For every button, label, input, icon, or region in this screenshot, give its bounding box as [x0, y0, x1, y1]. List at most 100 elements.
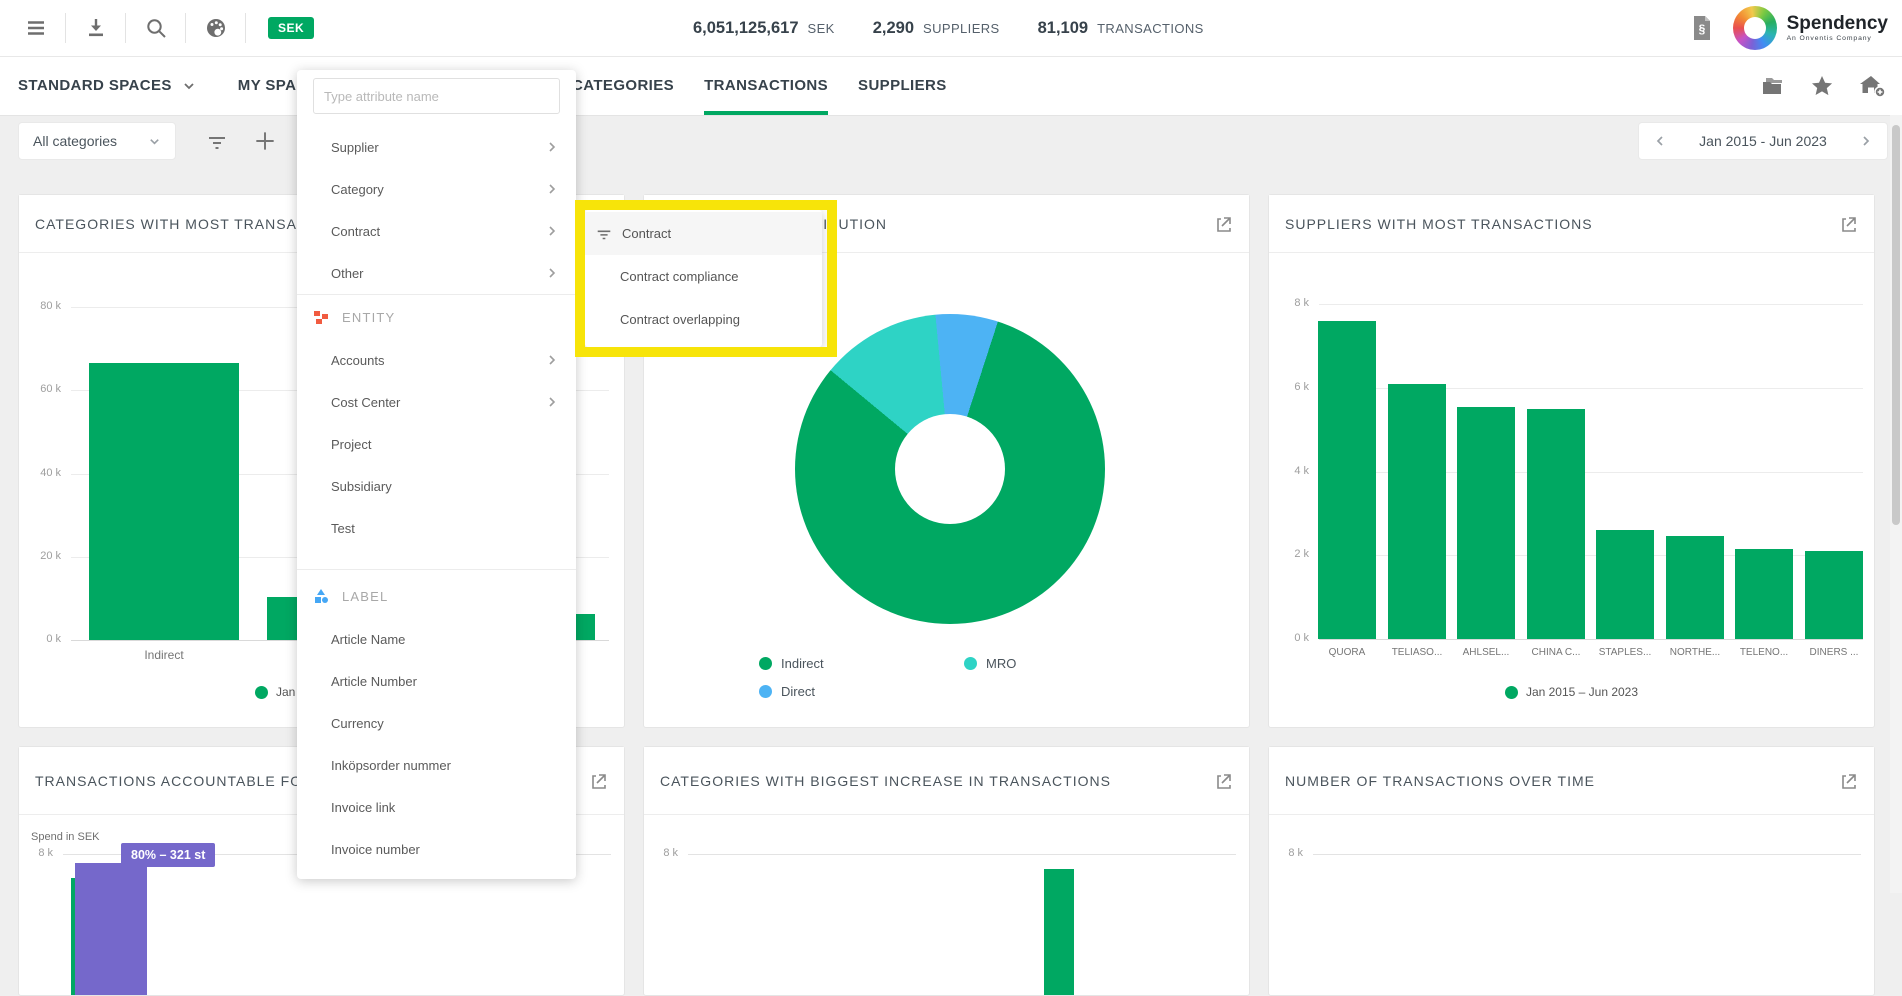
menu-button[interactable] [6, 13, 66, 43]
spaces-overview-button[interactable] [1759, 74, 1785, 98]
suppliers-most-chart: 0 k2 k4 k6 k8 kQUORATELIASO...AHLSEL...C… [1269, 195, 1874, 727]
open-in-new-icon [1838, 771, 1858, 791]
menu-item-ink-psorder-nummer[interactable]: Inköpsorder nummer [297, 744, 576, 786]
x-axis-label: Indirect [89, 648, 239, 662]
legend-dot [255, 686, 268, 699]
filter-button[interactable] [205, 130, 229, 154]
card-title: NUMBER OF TRANSACTIONS OVER TIME [1285, 773, 1595, 789]
bar-diners[interactable] [1805, 551, 1863, 639]
chevron-right-icon [546, 396, 558, 408]
menu-item-invoice-number[interactable]: Invoice number [297, 828, 576, 870]
menu-item-article-number[interactable]: Article Number [297, 660, 576, 702]
x-axis-label: NORTHE... [1660, 647, 1730, 658]
card-header: CATEGORIES WITH BIGGEST INCREASE IN TRAN… [644, 747, 1249, 815]
legend-item-indirect[interactable]: Indirect [759, 656, 824, 671]
expand-button[interactable] [1838, 214, 1858, 234]
menu-item-test[interactable]: Test [297, 507, 576, 549]
y-axis-tick: 20 k [19, 550, 61, 562]
menu-item-article-name[interactable]: Article Name [297, 618, 576, 660]
open-in-new-icon [588, 771, 608, 791]
menu-item-invoice-link[interactable]: Invoice link [297, 786, 576, 828]
date-range-picker[interactable]: Jan 2015 - Jun 2023 [1638, 122, 1888, 160]
legend-dot [1505, 686, 1518, 699]
legend-label: MRO [986, 656, 1016, 671]
chevron-left-icon[interactable] [1653, 134, 1667, 148]
submenu-item-contract-overlapping[interactable]: Contract overlapping [585, 298, 822, 341]
card-header: NUMBER OF TRANSACTIONS OVER TIME [1269, 747, 1874, 815]
expand-button[interactable] [588, 771, 608, 791]
legend-dot [759, 657, 772, 670]
legend-item-direct[interactable]: Direct [759, 684, 815, 699]
add-home-button[interactable] [1859, 73, 1886, 98]
bar-quora[interactable] [1318, 321, 1376, 639]
attribute-search-input[interactable] [313, 78, 560, 114]
stat-transactions: 81,109TRANSACTIONS [1038, 19, 1204, 38]
legend-dot [964, 657, 977, 670]
add-filter-button[interactable] [252, 128, 278, 154]
legend-item-mro[interactable]: MRO [964, 656, 1016, 671]
menu-item-currency[interactable]: Currency [297, 702, 576, 744]
transaction-distribution-donut[interactable] [795, 314, 1105, 624]
y-axis-tick: 80 k [19, 300, 61, 312]
expand-button[interactable] [1838, 771, 1858, 791]
chevron-down-icon [182, 79, 196, 93]
navbar: STANDARD SPACES MY SPACES CATEGORIESTRAN… [0, 56, 1902, 116]
menu-item-subsidiary[interactable]: Subsidiary [297, 465, 576, 507]
bar-staples[interactable] [1596, 530, 1654, 639]
expand-button[interactable] [1213, 214, 1233, 234]
download-button[interactable] [66, 13, 126, 43]
home-plus-icon [1859, 73, 1886, 98]
x-axis-label: QUORA [1312, 647, 1382, 658]
bar-indirect[interactable] [89, 363, 239, 640]
menu-item-project[interactable]: Project [297, 423, 576, 465]
bar-ahlsel[interactable] [1457, 407, 1515, 639]
bar-teleno[interactable] [1735, 549, 1793, 639]
standard-spaces-menu[interactable]: STANDARD SPACES [18, 77, 196, 94]
topbar-left-actions: SEK [6, 0, 314, 56]
tab-categories[interactable]: CATEGORIES [572, 56, 674, 115]
x-axis-label: AHLSEL... [1451, 647, 1521, 658]
chevron-right-icon [546, 354, 558, 366]
nav-right-icons [1759, 56, 1886, 115]
category-select[interactable]: All categories [18, 122, 176, 160]
menu-item-category[interactable]: Category [297, 168, 576, 210]
menu-item-label: Article Name [331, 632, 405, 647]
currency-badge[interactable]: SEK [268, 17, 314, 39]
menu-item-label: Subsidiary [331, 479, 392, 494]
topbar-right: § Spendency An Onventis Company [1691, 0, 1888, 56]
logo-subtitle: An Onventis Company [1787, 35, 1888, 42]
entity-icon [313, 309, 329, 325]
menu-item-supplier[interactable]: Supplier [297, 126, 576, 168]
chart-legend[interactable]: Jan 2015 – Jun 2023 [1269, 685, 1874, 699]
chevron-right-icon[interactable] [1859, 134, 1873, 148]
favorites-button[interactable] [1809, 74, 1835, 98]
menu-item-contract[interactable]: Contract [297, 210, 576, 252]
filter-icon [595, 225, 613, 243]
scrollbar-thumb[interactable] [1892, 125, 1900, 525]
page-scrollbar[interactable] [1890, 115, 1902, 893]
menu-item-cost-center[interactable]: Cost Center [297, 381, 576, 423]
bar-primary[interactable] [75, 863, 147, 995]
expand-button[interactable] [1213, 771, 1233, 791]
menu-item-accounts[interactable]: Accounts [297, 339, 576, 381]
tab-suppliers[interactable]: SUPPLIERS [858, 56, 947, 115]
theme-button[interactable] [186, 13, 246, 43]
menu-item-other[interactable]: Other [297, 252, 576, 294]
bar-1[interactable] [1044, 869, 1074, 995]
x-axis-label: CHINA C... [1521, 647, 1591, 658]
open-in-new-icon [1213, 214, 1233, 234]
submenu-item-contract-compliance[interactable]: Contract compliance [585, 255, 822, 298]
search-button[interactable] [126, 13, 186, 43]
bar-teliaso[interactable] [1388, 384, 1446, 639]
terms-button[interactable]: § [1691, 15, 1713, 41]
menu-item-label: Accounts [331, 353, 384, 368]
card-header: SUPPLIERS WITH MOST TRANSACTIONS [1269, 195, 1874, 253]
topbar: SEK 6,051,125,617SEK2,290SUPPLIERS81,109… [0, 0, 1902, 57]
bar-china-c[interactable] [1527, 409, 1585, 639]
card-suppliers-with-most-transactions: SUPPLIERS WITH MOST TRANSACTIONS 0 k2 k4… [1268, 194, 1875, 728]
submenu-item-contract[interactable]: Contract [585, 212, 822, 255]
spendency-logo-mark [1733, 6, 1777, 50]
stat-label: SEK [808, 21, 835, 36]
bar-northe[interactable] [1666, 536, 1724, 639]
tab-transactions[interactable]: TRANSACTIONS [704, 56, 828, 115]
